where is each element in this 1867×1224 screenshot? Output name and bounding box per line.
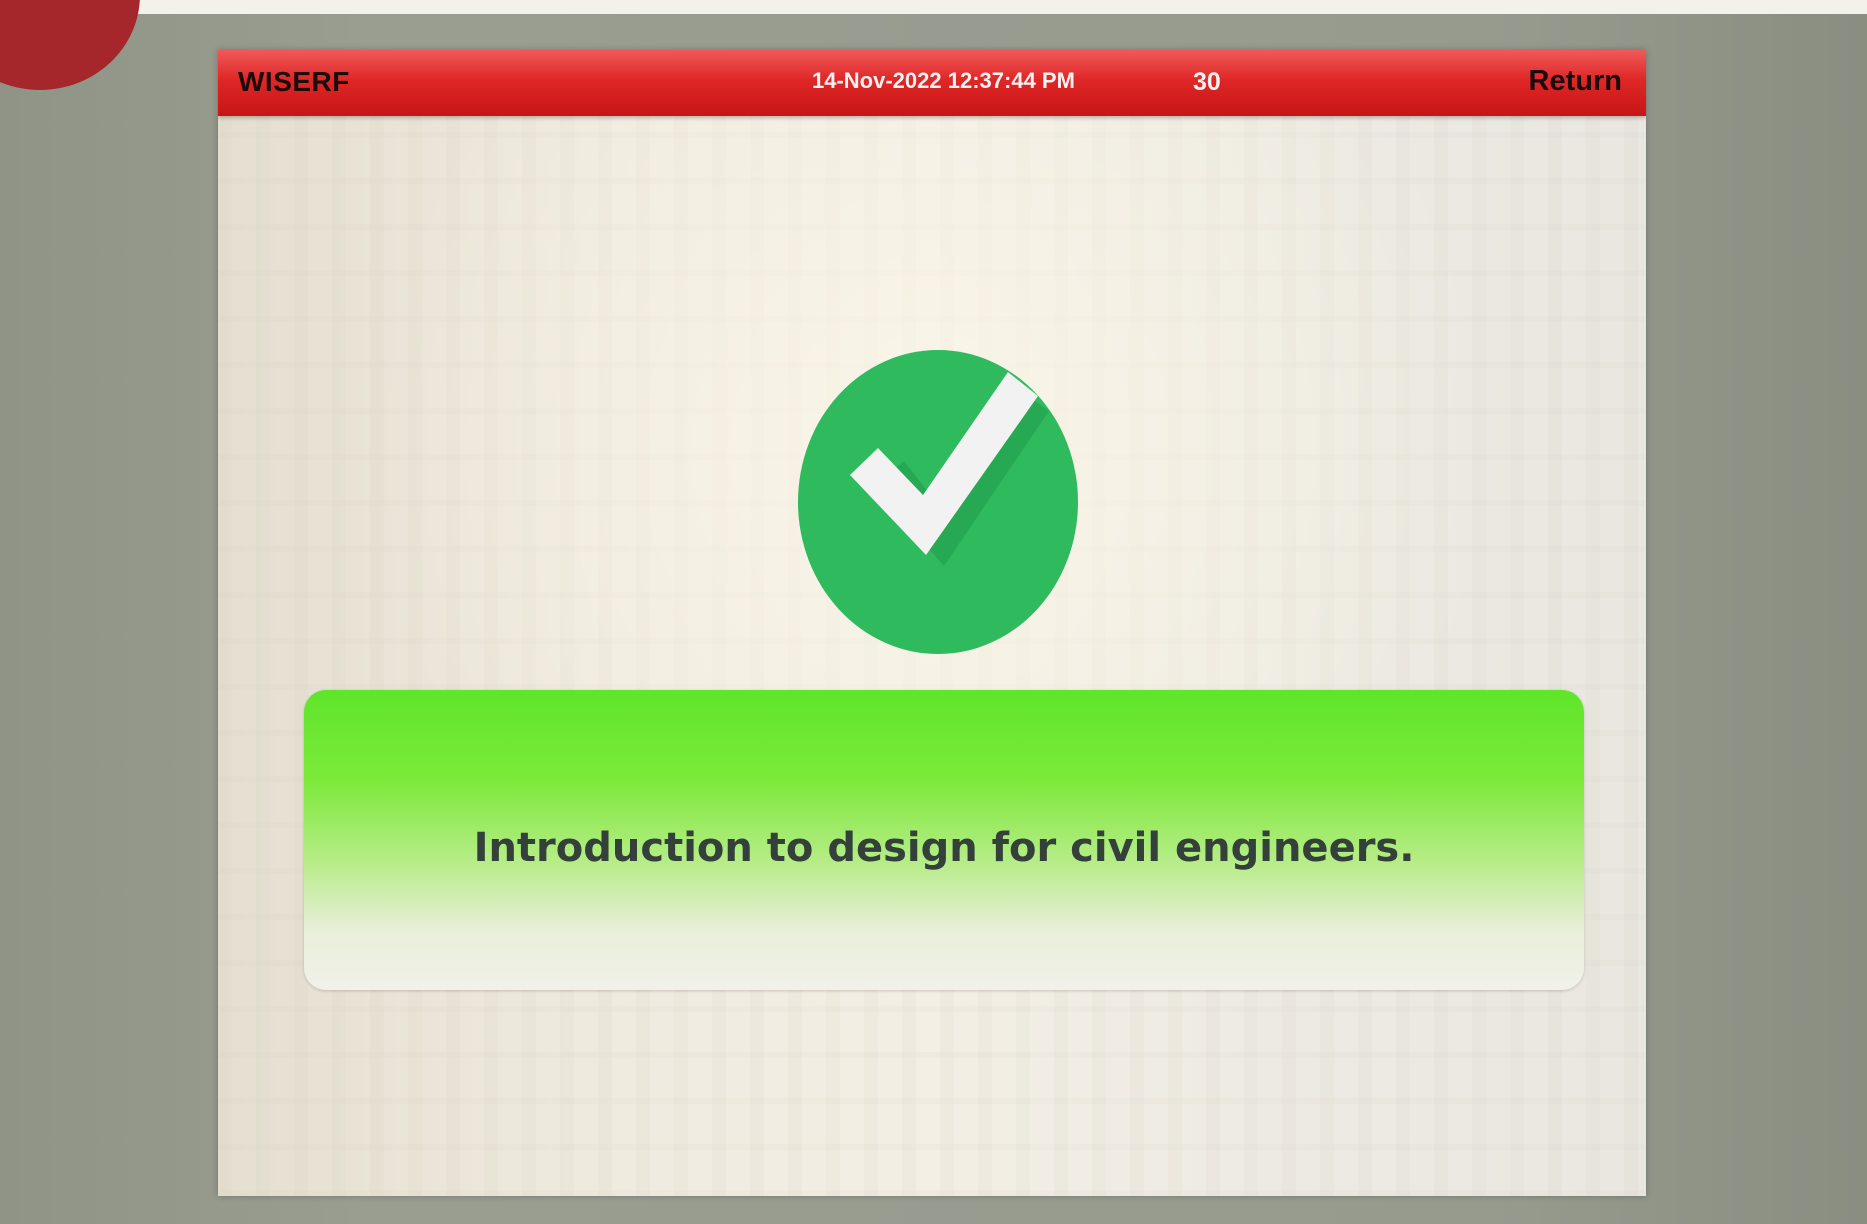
kiosk-screen: WISERF 14-Nov-2022 12:37:44 PM 30 Return… (218, 50, 1646, 1196)
top-bar: WISERF 14-Nov-2022 12:37:44 PM 30 Return (218, 50, 1646, 116)
check-circle-icon (798, 350, 1078, 654)
brand-name: WISERF (238, 66, 350, 97)
status-message-panel: Introduction to design for civil enginee… (304, 690, 1584, 990)
datetime-display: 14-Nov-2022 12:37:44 PM (812, 68, 1075, 93)
countdown-counter: 30 (1193, 68, 1221, 96)
status-message: Introduction to design for civil enginee… (473, 825, 1415, 871)
return-button[interactable]: Return (1529, 65, 1622, 98)
